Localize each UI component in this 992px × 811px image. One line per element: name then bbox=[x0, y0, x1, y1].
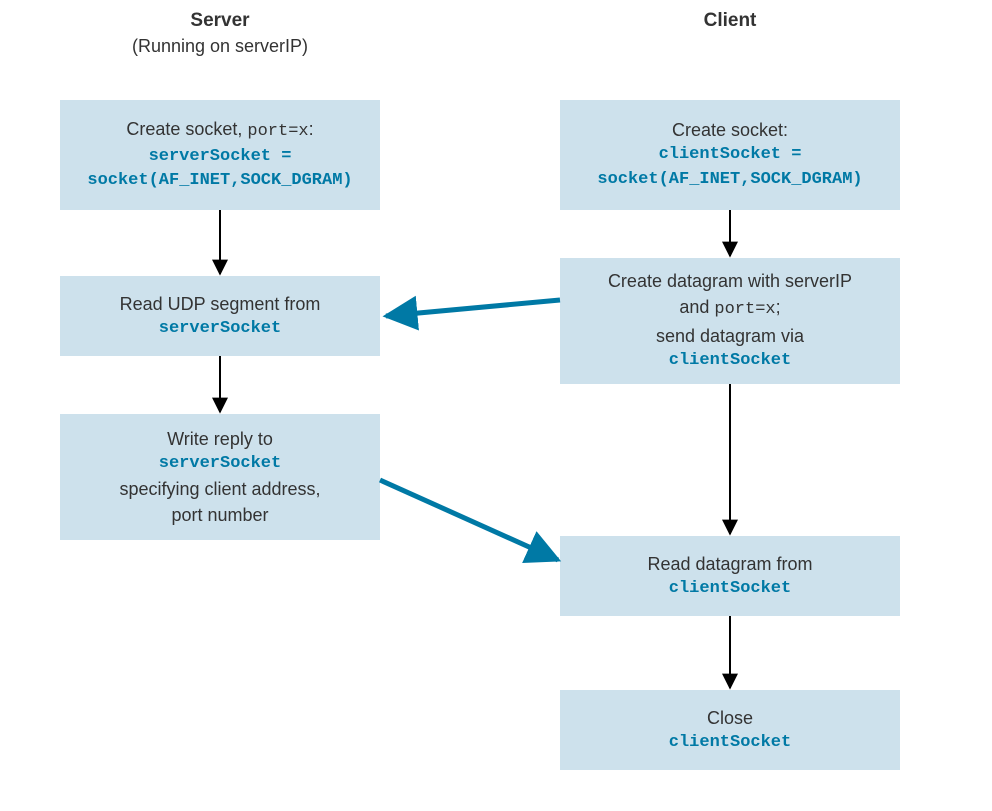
text-line: Close bbox=[707, 705, 753, 731]
client-box-read-datagram: Read datagram from clientSocket bbox=[560, 536, 900, 616]
code-text: serverSocket bbox=[159, 452, 281, 477]
text: Create socket, bbox=[126, 119, 247, 139]
code-text: serverSocket bbox=[159, 317, 281, 342]
code-text: clientSocket bbox=[669, 731, 791, 756]
text-line: send datagram via bbox=[656, 323, 804, 349]
code-text: serverSocket = bbox=[149, 145, 292, 170]
text-line: Read UDP segment from bbox=[120, 291, 321, 317]
server-box-read-segment: Read UDP segment from serverSocket bbox=[60, 276, 380, 356]
text-line: Create socket: bbox=[672, 117, 788, 143]
code-text: port=x bbox=[714, 300, 775, 319]
arrow-client-to-server-send bbox=[386, 300, 560, 316]
code-text: socket(AF_INET,SOCK_DGRAM) bbox=[597, 168, 862, 193]
server-box-write-reply: Write reply to serverSocket specifying c… bbox=[60, 414, 380, 540]
text: and bbox=[679, 297, 714, 317]
text-line: port number bbox=[171, 502, 268, 528]
text-line: and port=x; bbox=[679, 294, 780, 323]
code-text: clientSocket bbox=[669, 577, 791, 602]
client-box-close: Close clientSocket bbox=[560, 690, 900, 770]
text-line: specifying client address, bbox=[119, 476, 320, 502]
code-text: socket(AF_INET,SOCK_DGRAM) bbox=[87, 169, 352, 194]
client-box-create-socket: Create socket: clientSocket = socket(AF_… bbox=[560, 100, 900, 210]
server-subheading: (Running on serverIP) bbox=[60, 36, 380, 57]
text-line: Create datagram with serverIP bbox=[608, 268, 852, 294]
server-box-create-socket: Create socket, port=x: serverSocket = so… bbox=[60, 100, 380, 210]
code-text: clientSocket bbox=[669, 349, 791, 374]
arrow-server-to-client-reply bbox=[380, 480, 558, 560]
text-line: Create socket, port=x: bbox=[126, 116, 313, 145]
code-text: clientSocket = bbox=[659, 143, 802, 168]
text: : bbox=[309, 119, 314, 139]
text-line: Read datagram from bbox=[647, 551, 812, 577]
text: ; bbox=[776, 297, 781, 317]
client-heading: Client bbox=[560, 10, 900, 32]
client-box-create-datagram: Create datagram with serverIP and port=x… bbox=[560, 258, 900, 384]
server-heading: Server bbox=[60, 10, 380, 32]
text-line: Write reply to bbox=[167, 426, 273, 452]
code-text: port=x bbox=[247, 122, 308, 141]
